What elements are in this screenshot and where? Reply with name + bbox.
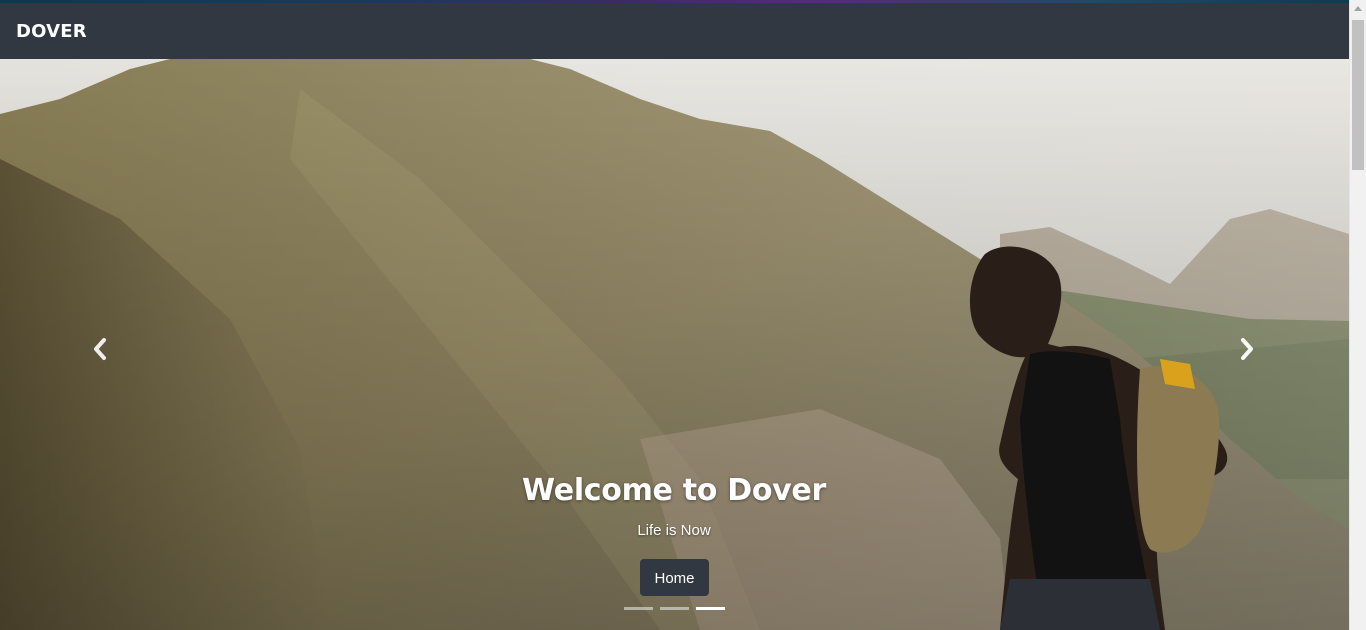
slide-caption: Welcome to Dover Life is Now <box>374 473 974 539</box>
slide-subtitle: Life is Now <box>637 522 711 539</box>
carousel-indicators <box>624 607 725 611</box>
navbar: DOVER <box>0 3 1349 59</box>
home-button[interactable]: Home <box>640 559 709 596</box>
hero-carousel: Welcome to Dover Life is Now Home <box>0 59 1349 630</box>
carousel-indicator-3[interactable] <box>696 607 725 610</box>
slide-title: Welcome to Dover <box>522 473 826 508</box>
hero-image <box>0 59 1349 630</box>
chevron-left-icon <box>94 338 106 360</box>
page-scrollbar[interactable] <box>1349 0 1366 630</box>
scrollbar-thumb[interactable] <box>1352 20 1364 170</box>
carousel-indicator-2[interactable] <box>660 607 689 610</box>
carousel-next-button[interactable] <box>1237 337 1257 361</box>
brand-logo[interactable]: DOVER <box>16 21 87 42</box>
carousel-prev-button[interactable] <box>90 337 110 361</box>
carousel-indicator-1[interactable] <box>624 607 653 610</box>
scroll-up-arrow-icon[interactable] <box>1354 6 1362 11</box>
chevron-right-icon <box>1241 338 1253 360</box>
